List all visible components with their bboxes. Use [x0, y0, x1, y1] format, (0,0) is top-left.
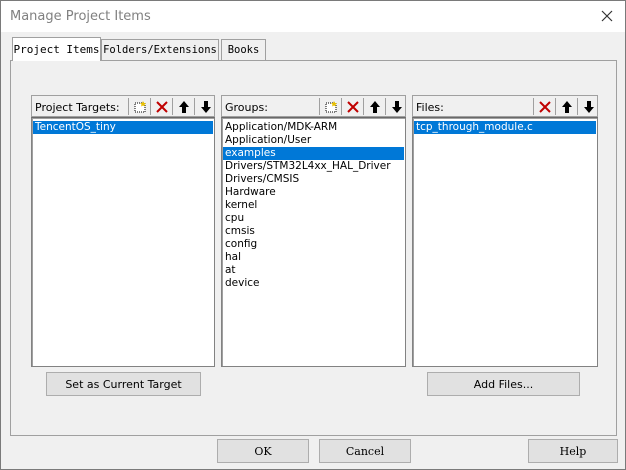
delete-icon — [346, 100, 359, 113]
close-icon — [601, 10, 613, 22]
groups-items: Application/MDK-ARM Application/User examp… — [222, 118, 405, 290]
files-header: Files: — [412, 95, 598, 117]
groups-list[interactable]: Application/MDK-ARM Application/User examp… — [221, 117, 406, 367]
tab-label: Folders/Extensions — [103, 44, 217, 56]
group-list-item[interactable]: config — [223, 238, 404, 251]
group-list-item[interactable]: Application/MDK-ARM — [223, 121, 404, 134]
group-list-item[interactable]: cmsis — [223, 225, 404, 238]
toolbar-separator — [363, 98, 364, 115]
group-list-item[interactable]: device — [223, 277, 404, 290]
tab-label: Books — [227, 44, 260, 56]
group-list-item[interactable]: kernel — [223, 199, 404, 212]
target-list-item[interactable]: TencentOS_tiny — [33, 121, 213, 134]
new-item-icon — [325, 100, 337, 112]
tab-books[interactable]: Books — [221, 39, 266, 60]
arrow-up-icon — [178, 100, 189, 113]
add-files-button[interactable]: Add Files... — [427, 372, 580, 396]
ok-button[interactable]: OK — [217, 439, 309, 463]
project-targets-header: Project Targets: — [31, 95, 215, 117]
move-file-up-button[interactable] — [557, 97, 576, 116]
move-group-down-button[interactable] — [387, 97, 406, 116]
toolbar-separator — [385, 98, 386, 115]
tab-label: Project Items — [13, 43, 100, 56]
toolbar-separator — [319, 98, 320, 115]
tab-project-items[interactable]: Project Items — [12, 37, 101, 61]
tab-folders-extensions[interactable]: Folders/Extensions — [101, 39, 219, 60]
toolbar-separator — [577, 98, 578, 115]
delete-icon — [538, 100, 551, 113]
manage-project-items-dialog: Manage Project Items Project Items Folde… — [0, 0, 626, 470]
delete-icon — [155, 100, 168, 113]
delete-group-button[interactable] — [343, 97, 362, 116]
new-item-icon — [134, 100, 146, 112]
toolbar-separator — [172, 98, 173, 115]
project-targets-label: Project Targets: — [35, 101, 120, 114]
set-as-current-target-button[interactable]: Set as Current Target — [46, 372, 201, 396]
toolbar-separator — [555, 98, 556, 115]
close-button[interactable] — [595, 5, 619, 27]
help-button[interactable]: Help — [528, 439, 618, 463]
file-list-item[interactable]: tcp_through_module.c — [414, 121, 596, 134]
delete-file-button[interactable] — [535, 97, 554, 116]
button-label: Cancel — [345, 444, 385, 458]
group-list-item[interactable]: cpu — [223, 212, 404, 225]
window-title: Manage Project Items — [10, 9, 151, 24]
group-list-item[interactable]: hal — [223, 251, 404, 264]
arrow-down-icon — [200, 100, 211, 113]
arrow-down-icon — [583, 100, 594, 113]
files-items: tcp_through_module.c — [413, 118, 597, 134]
groups-header: Groups: — [221, 95, 406, 117]
button-label: Help — [559, 444, 587, 458]
groups-label: Groups: — [225, 101, 268, 114]
new-target-button[interactable] — [130, 97, 149, 116]
cancel-button[interactable]: Cancel — [319, 439, 411, 463]
group-list-item[interactable]: Application/User — [223, 134, 404, 147]
button-label: Set as Current Target — [65, 377, 182, 391]
toolbar-separator — [128, 98, 129, 115]
title-bar: Manage Project Items — [1, 1, 625, 32]
arrow-down-icon — [391, 100, 402, 113]
files-list[interactable]: tcp_through_module.c — [412, 117, 598, 367]
button-label: OK — [254, 444, 272, 458]
arrow-up-icon — [561, 100, 572, 113]
move-target-up-button[interactable] — [174, 97, 193, 116]
group-list-item[interactable]: examples — [223, 147, 404, 160]
move-target-down-button[interactable] — [196, 97, 215, 116]
project-targets-list[interactable]: TencentOS_tiny — [31, 117, 215, 367]
move-file-down-button[interactable] — [579, 97, 598, 116]
new-group-button[interactable] — [321, 97, 340, 116]
group-list-item[interactable]: Drivers/STM32L4xx_HAL_Driver — [223, 160, 404, 173]
files-label: Files: — [416, 101, 444, 114]
project-targets-items: TencentOS_tiny — [32, 118, 214, 134]
group-list-item[interactable]: Drivers/CMSIS — [223, 173, 404, 186]
arrow-up-icon — [369, 100, 380, 113]
group-list-item[interactable]: Hardware — [223, 186, 404, 199]
move-group-up-button[interactable] — [365, 97, 384, 116]
toolbar-separator — [194, 98, 195, 115]
button-label: Add Files... — [473, 377, 534, 391]
delete-target-button[interactable] — [152, 97, 171, 116]
group-list-item[interactable]: at — [223, 264, 404, 277]
toolbar-separator — [533, 98, 534, 115]
toolbar-separator — [341, 98, 342, 115]
toolbar-separator — [150, 98, 151, 115]
